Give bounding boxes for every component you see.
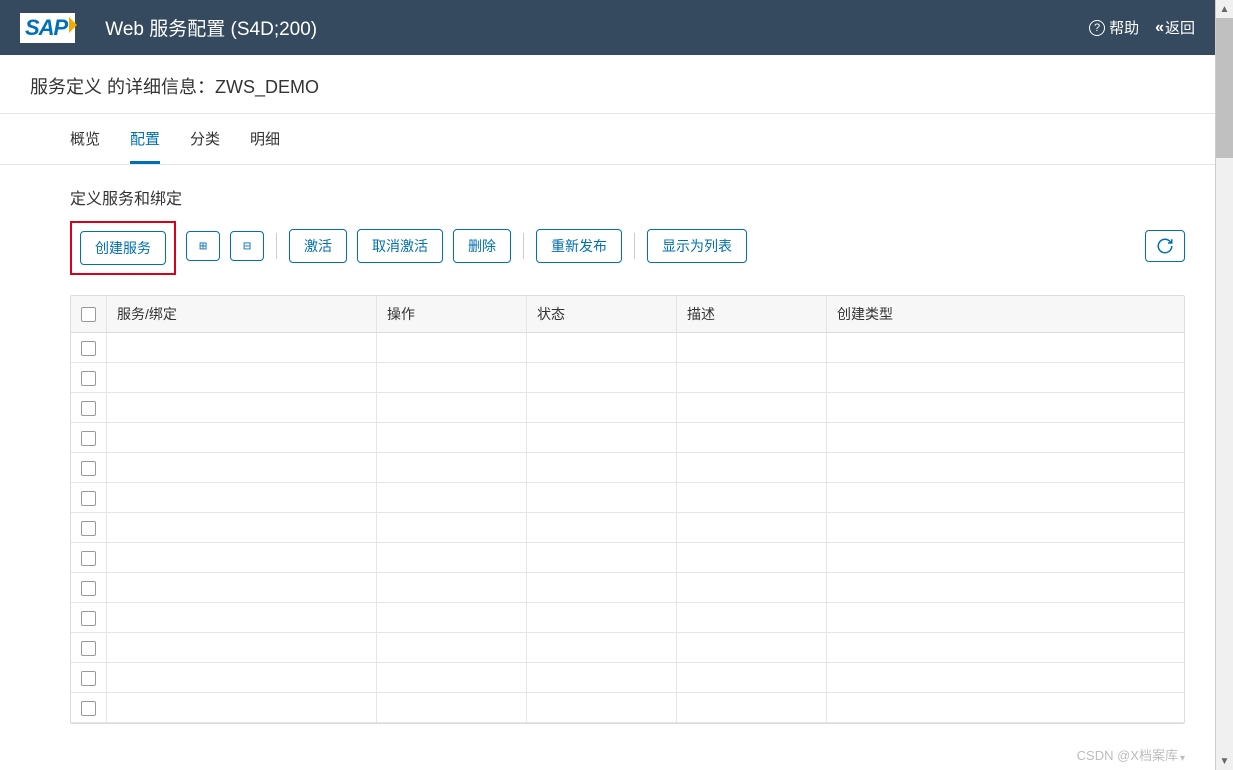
table-row[interactable] [71, 663, 1184, 693]
delete-button[interactable]: 删除 [453, 229, 511, 263]
help-icon: ? [1089, 20, 1105, 36]
table-row[interactable] [71, 513, 1184, 543]
republish-button[interactable]: 重新发布 [536, 229, 622, 263]
help-link[interactable]: ? 帮助 [1089, 17, 1139, 38]
column-action[interactable]: 操作 [377, 296, 527, 333]
tab-bar: 概览 配置 分类 明细 [0, 114, 1215, 165]
scrollbar-thumb[interactable] [1216, 18, 1233, 158]
row-checkbox[interactable] [81, 461, 96, 476]
highlight-annotation: 创建服务 [70, 221, 176, 275]
row-checkbox[interactable] [81, 341, 96, 356]
refresh-button[interactable] [1145, 230, 1185, 262]
select-all-checkbox[interactable] [81, 307, 96, 322]
sap-logo: SAP [20, 13, 75, 43]
table-row[interactable] [71, 543, 1184, 573]
show-as-list-button[interactable]: 显示为列表 [647, 229, 747, 263]
row-checkbox[interactable] [81, 611, 96, 626]
tab-overview[interactable]: 概览 [70, 128, 100, 164]
column-desc[interactable]: 描述 [677, 296, 827, 333]
row-checkbox[interactable] [81, 491, 96, 506]
back-icon: « [1155, 19, 1161, 37]
refresh-icon [1156, 237, 1174, 255]
select-all-header [71, 296, 107, 333]
column-binding[interactable]: 服务/绑定 [107, 296, 377, 333]
row-checkbox[interactable] [81, 641, 96, 656]
table-row[interactable] [71, 603, 1184, 633]
table-row[interactable] [71, 393, 1184, 423]
row-checkbox[interactable] [81, 401, 96, 416]
row-checkbox[interactable] [81, 701, 96, 716]
activate-button[interactable]: 激活 [289, 229, 347, 263]
row-checkbox[interactable] [81, 371, 96, 386]
back-label: 返回 [1165, 17, 1195, 38]
back-link[interactable]: « 返回 [1155, 17, 1195, 38]
service-binding-table: 服务/绑定 操作 状态 描述 创建类型 [70, 295, 1185, 724]
scrollbar-up-button[interactable]: ▲ [1216, 0, 1233, 18]
scrollbar-down-button[interactable]: ▼ [1216, 752, 1233, 770]
collapse-all-button[interactable]: ⊟ [230, 231, 264, 261]
content-area: 定义服务和绑定 创建服务 ⊞ ⊟ 激活 取消激活 删除 [0, 165, 1215, 724]
tab-config[interactable]: 配置 [130, 128, 160, 164]
toolbar-divider [523, 233, 524, 259]
watermark: CSDN @X档案库 [1077, 745, 1185, 764]
row-checkbox[interactable] [81, 581, 96, 596]
subheader: 服务定义 的详细信息：ZWS_DEMO [0, 55, 1215, 114]
table-row[interactable] [71, 633, 1184, 663]
table-row[interactable] [71, 483, 1184, 513]
expand-all-button[interactable]: ⊞ [186, 231, 220, 261]
header-bar: SAP Web 服务配置 (S4D;200) ? 帮助 « 返回 [0, 0, 1215, 55]
create-service-button[interactable]: 创建服务 [80, 231, 166, 265]
expand-all-icon: ⊞ [199, 239, 207, 254]
table-row[interactable] [71, 363, 1184, 393]
toolbar-divider [634, 233, 635, 259]
table-row[interactable] [71, 573, 1184, 603]
table-row[interactable] [71, 693, 1184, 723]
section-title: 定义服务和绑定 [70, 185, 1185, 209]
row-checkbox[interactable] [81, 431, 96, 446]
sap-logo-text: SAP [22, 15, 73, 41]
help-label: 帮助 [1109, 17, 1139, 38]
vertical-scrollbar[interactable]: ▲ ▼ [1215, 0, 1233, 770]
column-create-type[interactable]: 创建类型 [827, 296, 1185, 333]
table-row[interactable] [71, 453, 1184, 483]
row-checkbox[interactable] [81, 521, 96, 536]
column-status[interactable]: 状态 [527, 296, 677, 333]
table-row[interactable] [71, 423, 1184, 453]
toolbar-divider [276, 233, 277, 259]
page-title: Web 服务配置 (S4D;200) [105, 14, 1089, 41]
deactivate-button[interactable]: 取消激活 [357, 229, 443, 263]
tab-detail[interactable]: 明细 [250, 128, 280, 164]
collapse-all-icon: ⊟ [243, 239, 251, 254]
row-checkbox[interactable] [81, 551, 96, 566]
table-row[interactable] [71, 333, 1184, 363]
main-area: SAP Web 服务配置 (S4D;200) ? 帮助 « 返回 服务定义 的详… [0, 0, 1215, 770]
tab-category[interactable]: 分类 [190, 128, 220, 164]
subheader-text: 服务定义 的详细信息：ZWS_DEMO [30, 77, 319, 97]
row-checkbox[interactable] [81, 671, 96, 686]
